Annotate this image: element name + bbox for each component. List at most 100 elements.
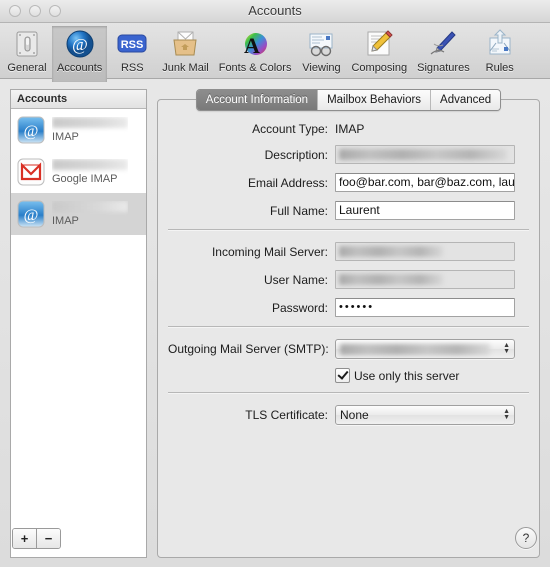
svg-text:@: @ [72, 35, 88, 54]
email-address-row: Email Address: foo@bar.com, bar@baz.com,… [168, 173, 529, 192]
description-label: Description: [264, 147, 328, 162]
password-row: Password: •••••• [168, 298, 529, 317]
outgoing-mail-server-row: Outgoing Mail Server (SMTP): ▲ ▼ [168, 339, 529, 359]
outgoing-mail-server-value-redacted [340, 343, 490, 355]
incoming-mail-server-input[interactable] [335, 242, 515, 261]
full-name-input[interactable]: Laurent [335, 201, 515, 220]
chevron-updown-icon: ▲ ▼ [503, 342, 510, 355]
use-only-this-server-checkbox[interactable] [335, 368, 350, 383]
svg-text:@: @ [24, 123, 39, 140]
toolbar-item-rules[interactable]: Rules [475, 26, 525, 76]
account-name-redacted [52, 159, 128, 170]
list-item-text: Google IMAP [52, 159, 128, 185]
account-type-value: IMAP [335, 122, 365, 136]
toolbar-label-viewing: Viewing [302, 62, 341, 74]
account-type-row: Account Type: IMAP [168, 122, 529, 136]
incoming-server-section: Incoming Mail Server: User Name: Passwor… [158, 242, 539, 317]
divider [168, 326, 529, 328]
chevron-updown-icon: ▲ ▼ [503, 408, 510, 421]
toolbar-item-junk-mail[interactable]: Junk Mail [157, 26, 213, 76]
svg-text:RSS: RSS [121, 39, 144, 51]
account-type-label: Account Type: [252, 122, 328, 136]
outgoing-mail-server-dropdown[interactable]: ▲ ▼ [335, 339, 515, 359]
divider [168, 392, 529, 394]
toolbar-item-rss[interactable]: RSS RSS [107, 26, 157, 76]
outgoing-mail-server-label: Outgoing Mail Server (SMTP): [168, 342, 329, 356]
incoming-mail-server-value-redacted [339, 246, 443, 257]
toolbar-label-fonts-colors: Fonts & Colors [218, 62, 292, 74]
incoming-mail-server-row: Incoming Mail Server: [168, 242, 529, 261]
account-detail-panel: Account Information Mailbox Behaviors Ad… [157, 89, 540, 558]
full-name-label: Full Name: [269, 203, 328, 218]
mail-at-icon: @ [16, 115, 46, 145]
user-name-label: User Name: [263, 272, 328, 287]
color-wheel-a-icon: A [239, 28, 271, 60]
toolbar-label-junk-mail: Junk Mail [162, 62, 209, 74]
at-sign-icon: @ [64, 28, 96, 60]
preferences-content: Accounts @ IMAP Google IMAP @ IMAP Accou… [0, 79, 550, 567]
toolbar-item-accounts[interactable]: @ Accounts [52, 26, 108, 82]
tls-section: TLS Certificate: None ▲ ▼ [158, 405, 539, 425]
svg-text:@: @ [24, 207, 39, 224]
fountain-pen-icon [427, 28, 459, 60]
toolbar-item-general[interactable]: General [2, 26, 52, 76]
toolbar-label-signatures: Signatures [417, 62, 470, 74]
lightswitch-icon [11, 28, 43, 60]
tls-certificate-dropdown[interactable]: None ▲ ▼ [335, 405, 515, 425]
tab-account-information[interactable]: Account Information [196, 90, 319, 110]
description-input[interactable] [335, 145, 515, 164]
toolbar-label-composing: Composing [351, 62, 408, 74]
tls-certificate-row: TLS Certificate: None ▲ ▼ [168, 405, 529, 425]
glasses-icon [305, 28, 337, 60]
account-name-redacted [52, 201, 128, 212]
user-name-input[interactable] [335, 270, 515, 289]
account-type-label: Google IMAP [52, 173, 118, 185]
mail-at-icon: @ [16, 199, 46, 229]
svg-text:A: A [244, 33, 260, 58]
list-item-text: IMAP [52, 117, 128, 143]
password-label: Password: [271, 300, 328, 315]
toolbar-label-rules: Rules [485, 62, 514, 74]
list-item[interactable]: @ IMAP [11, 109, 146, 151]
list-item[interactable]: @ IMAP [11, 193, 146, 235]
list-item-text: IMAP [52, 201, 128, 227]
identity-section: Account Type: IMAP Description: Email Ad… [158, 122, 539, 220]
tls-certificate-value: None [340, 408, 369, 422]
toolbar-item-signatures[interactable]: Signatures [412, 26, 475, 76]
toolbar-label-accounts: Accounts [57, 62, 103, 74]
password-input[interactable]: •••••• [335, 298, 515, 317]
junk-bin-icon [169, 28, 201, 60]
list-item[interactable]: Google IMAP [11, 151, 146, 193]
toolbar-label-general: General [7, 62, 47, 74]
help-button[interactable]: ? [515, 527, 537, 549]
remove-account-button[interactable]: − [37, 529, 60, 548]
toolbar-item-composing[interactable]: Composing [346, 26, 412, 76]
tab-strip: Account Information Mailbox Behaviors Ad… [195, 89, 502, 111]
user-name-row: User Name: [168, 270, 529, 289]
preferences-toolbar: General @ Accounts RSS RSS Junk Mail A F… [0, 23, 550, 82]
description-value-redacted [339, 149, 507, 160]
use-only-this-server-label: Use only this server [354, 368, 460, 383]
account-type-label: IMAP [52, 215, 79, 227]
toolbar-item-viewing[interactable]: Viewing [296, 26, 346, 76]
gmail-icon [16, 157, 46, 187]
add-remove-account-controls: + − [12, 528, 61, 549]
divider [168, 229, 529, 231]
window-title: Accounts [248, 3, 302, 18]
email-address-input[interactable]: foo@bar.com, bar@baz.com, lau [335, 173, 515, 192]
add-account-button[interactable]: + [13, 529, 37, 548]
full-name-row: Full Name: Laurent [168, 201, 529, 220]
use-only-this-server-row[interactable]: Use only this server [335, 368, 529, 383]
tab-mailbox-behaviors[interactable]: Mailbox Behaviors [318, 90, 432, 110]
tls-certificate-label: TLS Certificate: [245, 408, 328, 422]
description-row: Description: [168, 145, 529, 164]
accounts-sidebar[interactable]: Accounts @ IMAP Google IMAP @ IMAP [10, 89, 147, 558]
rss-icon: RSS [116, 28, 148, 60]
tab-advanced[interactable]: Advanced [431, 90, 501, 110]
titlebar: Accounts [0, 0, 550, 23]
toolbar-label-rss: RSS [120, 62, 144, 74]
toolbar-item-fonts-colors[interactable]: A Fonts & Colors [214, 26, 297, 76]
account-type-label: IMAP [52, 131, 79, 143]
account-information-pane: Account Type: IMAP Description: Email Ad… [157, 99, 540, 558]
email-address-label: Email Address: [247, 175, 328, 190]
